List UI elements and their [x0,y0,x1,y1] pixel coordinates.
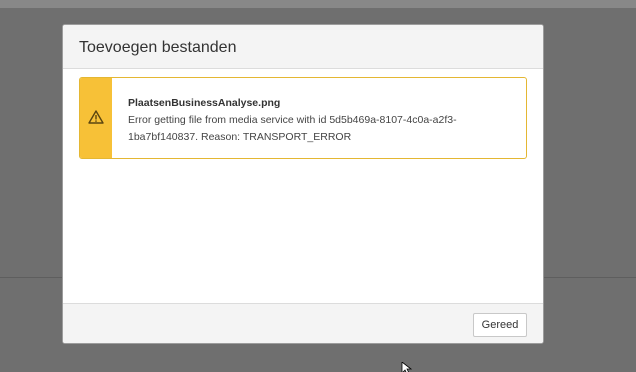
error-alert: PlaatsenBusinessAnalyse.png Error gettin… [79,77,527,159]
dialog-title: Toevoegen bestanden [79,39,237,56]
done-button[interactable]: Gereed [473,313,527,337]
warning-icon [88,110,104,124]
add-files-dialog: Toevoegen bestanden PlaatsenBusinessAnal… [62,24,544,344]
alert-accent-bar [80,78,112,158]
alert-content: PlaatsenBusinessAnalyse.png Error gettin… [128,95,518,146]
dialog-header: Toevoegen bestanden [63,25,543,69]
mouse-pointer-icon [401,362,413,372]
backdrop-top-strip [0,0,636,8]
dialog-body: PlaatsenBusinessAnalyse.png Error gettin… [63,69,543,303]
alert-message: Error getting file from media service wi… [128,114,457,143]
dialog-footer: Gereed [63,303,543,343]
alert-filename: PlaatsenBusinessAnalyse.png [128,97,281,109]
